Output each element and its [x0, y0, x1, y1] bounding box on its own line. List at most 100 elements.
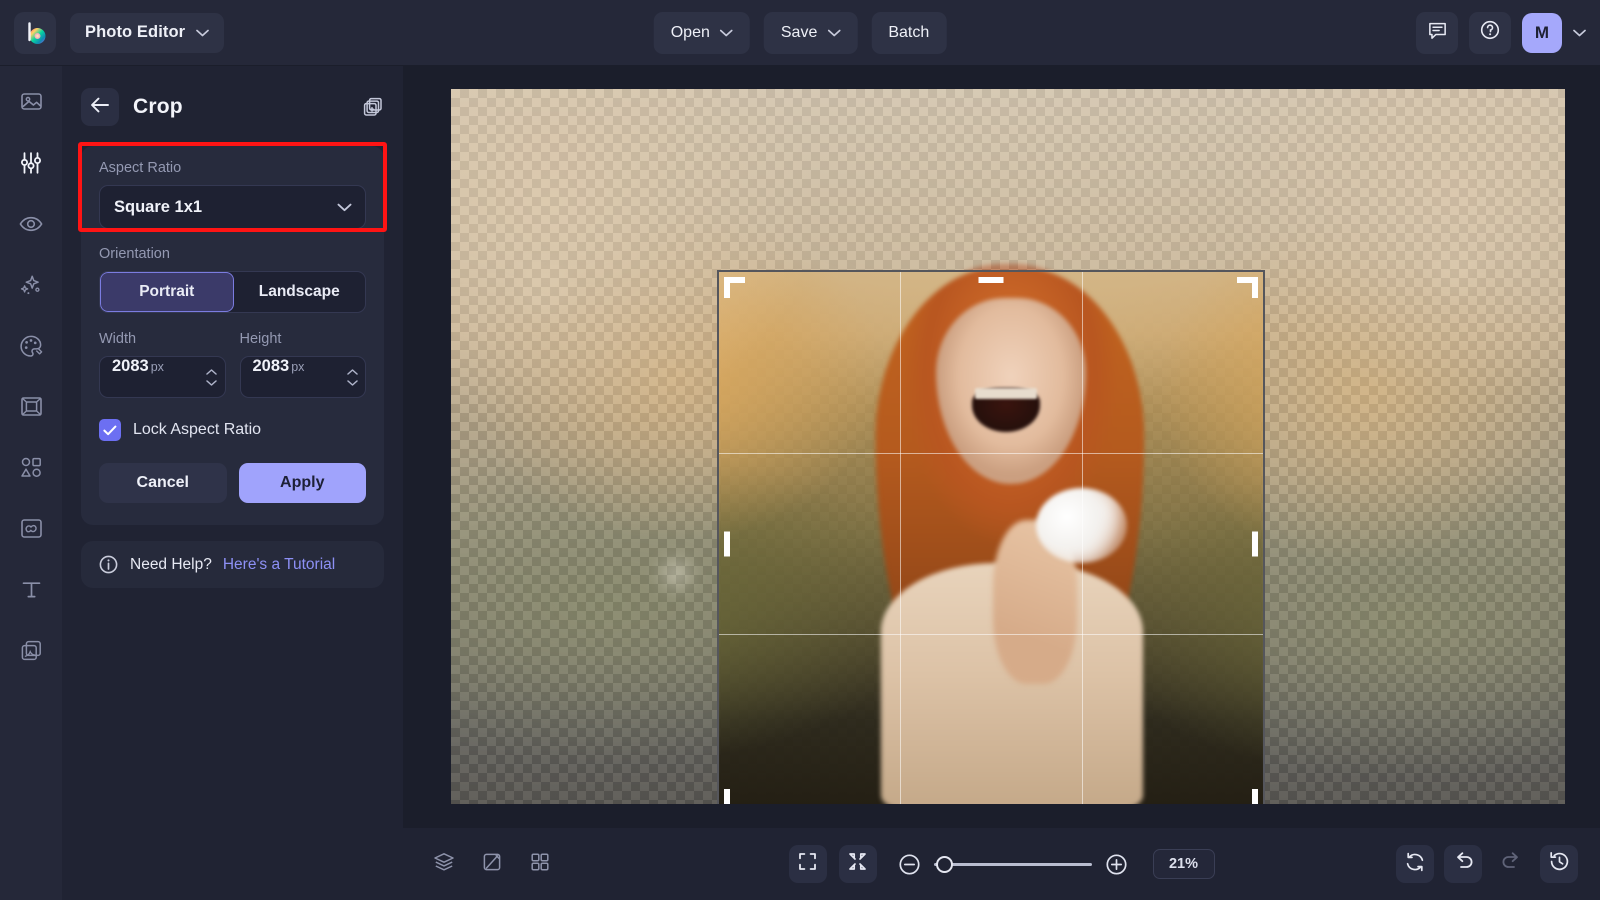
chevron-down-icon [720, 29, 733, 37]
spacer [99, 229, 366, 246]
open-button[interactable]: Open [654, 12, 750, 54]
crop-handle-bottom-right[interactable] [1236, 788, 1258, 804]
crop-grid-line [719, 453, 1263, 454]
lock-aspect-ratio-checkbox[interactable] [99, 419, 121, 441]
height-stepper[interactable] [339, 357, 365, 397]
sidebar-item-frame[interactable] [11, 391, 51, 427]
plus-circle-icon [1104, 852, 1129, 877]
fullscreen-button[interactable] [789, 845, 827, 883]
apply-button[interactable]: Apply [239, 463, 367, 503]
bottom-bar: 21% [403, 828, 1600, 900]
add-to-stack-icon[interactable] [362, 96, 384, 118]
width-label: Width [99, 331, 226, 347]
sidebar-item-ai-effects[interactable] [11, 269, 51, 305]
crop-handle-top-left[interactable] [724, 277, 746, 299]
crop-handle-top-center[interactable] [979, 277, 1004, 283]
orientation-segmented-control: Portrait Landscape [99, 271, 366, 313]
aspect-ratio-select[interactable]: Square 1x1 [99, 185, 366, 229]
layers-button[interactable] [425, 845, 463, 883]
undo-arrow-icon [1452, 850, 1475, 878]
crop-grid-line [900, 272, 901, 804]
open-label: Open [671, 24, 710, 42]
width-stepper[interactable] [199, 357, 225, 397]
zoom-in-button[interactable] [1104, 852, 1129, 877]
collapse-arrows-icon [847, 851, 868, 877]
sidebar-item-adjust[interactable] [11, 147, 51, 183]
history-button[interactable] [1540, 845, 1578, 883]
chevron-down-icon [337, 198, 352, 217]
history-clock-icon [1548, 850, 1571, 878]
sidebar-item-preview[interactable] [11, 208, 51, 244]
tutorial-link[interactable]: Here's a Tutorial [223, 556, 335, 574]
sidebar-item-layers[interactable] [11, 635, 51, 671]
aspect-ratio-value: Square 1x1 [114, 198, 202, 217]
tool-rail [0, 66, 62, 900]
avatar-initial: M [1535, 23, 1549, 43]
sidebar-item-image[interactable] [11, 86, 51, 122]
sidebar-item-color[interactable] [11, 330, 51, 366]
redo-arrow-icon [1500, 850, 1523, 878]
chevron-down-icon [827, 29, 840, 37]
refresh-icon [1404, 851, 1426, 878]
zoom-controls: 21% [789, 845, 1215, 883]
app-switcher[interactable]: Photo Editor [70, 13, 224, 53]
help-text: Need Help? [130, 556, 212, 574]
app-logo-button[interactable] [14, 12, 56, 54]
orientation-option-portrait[interactable]: Portrait [100, 272, 234, 312]
spacer [99, 398, 366, 419]
top-center-actions: Open Save Batch [654, 12, 947, 54]
compare-split-icon [481, 851, 503, 878]
avatar[interactable]: M [1522, 13, 1562, 53]
bottom-right-tools [1396, 845, 1578, 883]
help-banner[interactable]: Need Help? Here's a Tutorial [81, 541, 384, 588]
save-button[interactable]: Save [764, 12, 857, 54]
image-canvas[interactable] [451, 89, 1565, 804]
text-icon [19, 577, 44, 607]
height-unit: px [291, 360, 304, 374]
lock-aspect-ratio-label: Lock Aspect Ratio [133, 421, 261, 439]
help-button[interactable] [1469, 12, 1511, 54]
shapes-icon [19, 455, 44, 485]
question-circle-icon [1479, 19, 1501, 46]
aspect-ratio-group: Aspect Ratio Square 1x1 [99, 160, 366, 229]
canvas-stage[interactable] [403, 66, 1600, 828]
account-menu-chevron-down-icon[interactable] [1573, 29, 1586, 37]
height-group: Height 2083 px [240, 331, 367, 398]
height-label: Height [240, 331, 367, 347]
zoom-level-value[interactable]: 21% [1153, 849, 1215, 879]
height-input[interactable]: 2083 px [240, 356, 367, 398]
reset-button[interactable] [1396, 845, 1434, 883]
grid-four-icon [529, 851, 551, 878]
zoom-slider[interactable] [934, 855, 1092, 873]
zoom-out-button[interactable] [897, 852, 922, 877]
zoom-slider-thumb[interactable] [936, 856, 953, 873]
compare-button[interactable] [473, 845, 511, 883]
width-input[interactable]: 2083 px [99, 356, 226, 398]
lock-aspect-ratio-row[interactable]: Lock Aspect Ratio [99, 419, 366, 441]
batch-button[interactable]: Batch [871, 12, 946, 54]
chevron-up-icon [347, 369, 358, 375]
crop-selection-box[interactable] [717, 270, 1265, 804]
sidebar-item-shapes[interactable] [11, 452, 51, 488]
crop-handle-middle-left[interactable] [724, 531, 730, 556]
crop-handle-bottom-left[interactable] [724, 788, 746, 804]
fit-screen-button[interactable] [839, 845, 877, 883]
cancel-button[interactable]: Cancel [99, 463, 227, 503]
undo-button[interactable] [1444, 845, 1482, 883]
batch-label: Batch [888, 24, 929, 42]
crop-grid-line [719, 634, 1263, 635]
orientation-label: Orientation [99, 246, 366, 262]
grid-button[interactable] [521, 845, 559, 883]
crop-handle-top-right[interactable] [1236, 277, 1258, 299]
redo-button[interactable] [1492, 845, 1530, 883]
orientation-option-landscape[interactable]: Landscape [234, 272, 366, 312]
crop-handle-middle-right[interactable] [1252, 531, 1258, 556]
sidebar-item-text[interactable] [11, 574, 51, 610]
sliders-icon [18, 150, 44, 181]
sidebar-item-retouch[interactable] [11, 513, 51, 549]
back-button[interactable] [81, 88, 119, 126]
spacer [99, 441, 366, 463]
width-group: Width 2083 px [99, 331, 226, 398]
feedback-button[interactable] [1416, 12, 1458, 54]
spacer [99, 313, 366, 331]
